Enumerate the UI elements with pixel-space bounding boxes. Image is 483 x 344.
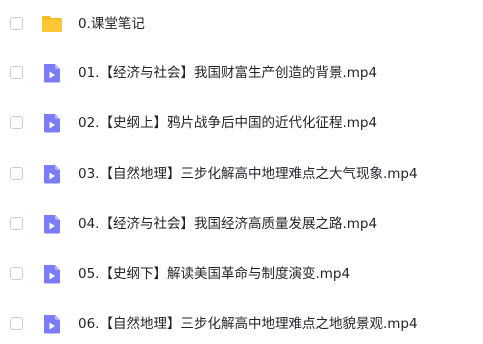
video-file-icon: [41, 313, 63, 335]
row-checkbox[interactable]: [10, 66, 23, 79]
file-name[interactable]: 01.【经济与社会】我国财富生产创造的背景.mp4: [78, 64, 377, 82]
file-row-video[interactable]: 06.【自然地理】三步化解高中地理难点之地貌景观.mp4: [0, 304, 483, 344]
video-file-icon: [41, 62, 63, 84]
row-checkbox[interactable]: [10, 317, 23, 330]
file-name[interactable]: 05.【史纲下】解读美国革命与制度演变.mp4: [78, 265, 350, 283]
file-name[interactable]: 04.【经济与社会】我国经济高质量发展之路.mp4: [78, 215, 377, 233]
row-checkbox[interactable]: [10, 267, 23, 280]
row-checkbox[interactable]: [10, 17, 23, 30]
file-name[interactable]: 03.【自然地理】三步化解高中地理难点之大气现象.mp4: [78, 165, 418, 183]
file-name[interactable]: 02.【史纲上】鸦片战争后中国的近代化征程.mp4: [78, 114, 377, 132]
file-name[interactable]: 0.课堂笔记: [78, 15, 145, 33]
video-file-icon: [41, 263, 63, 285]
video-file-icon: [41, 213, 63, 235]
video-file-icon: [41, 163, 63, 185]
file-row-video[interactable]: 03.【自然地理】三步化解高中地理难点之大气现象.mp4: [0, 154, 483, 194]
video-file-icon: [41, 112, 63, 134]
file-row-video[interactable]: 04.【经济与社会】我国经济高质量发展之路.mp4: [0, 204, 483, 244]
row-checkbox[interactable]: [10, 116, 23, 129]
file-row-folder[interactable]: 0.课堂笔记: [0, 4, 483, 44]
folder-icon: [41, 13, 63, 35]
file-name[interactable]: 06.【自然地理】三步化解高中地理难点之地貌景观.mp4: [78, 315, 418, 333]
row-checkbox[interactable]: [10, 217, 23, 230]
row-checkbox[interactable]: [10, 167, 23, 180]
file-row-video[interactable]: 05.【史纲下】解读美国革命与制度演变.mp4: [0, 254, 483, 294]
file-row-video[interactable]: 01.【经济与社会】我国财富生产创造的背景.mp4: [0, 53, 483, 93]
file-row-video[interactable]: 02.【史纲上】鸦片战争后中国的近代化征程.mp4: [0, 103, 483, 143]
